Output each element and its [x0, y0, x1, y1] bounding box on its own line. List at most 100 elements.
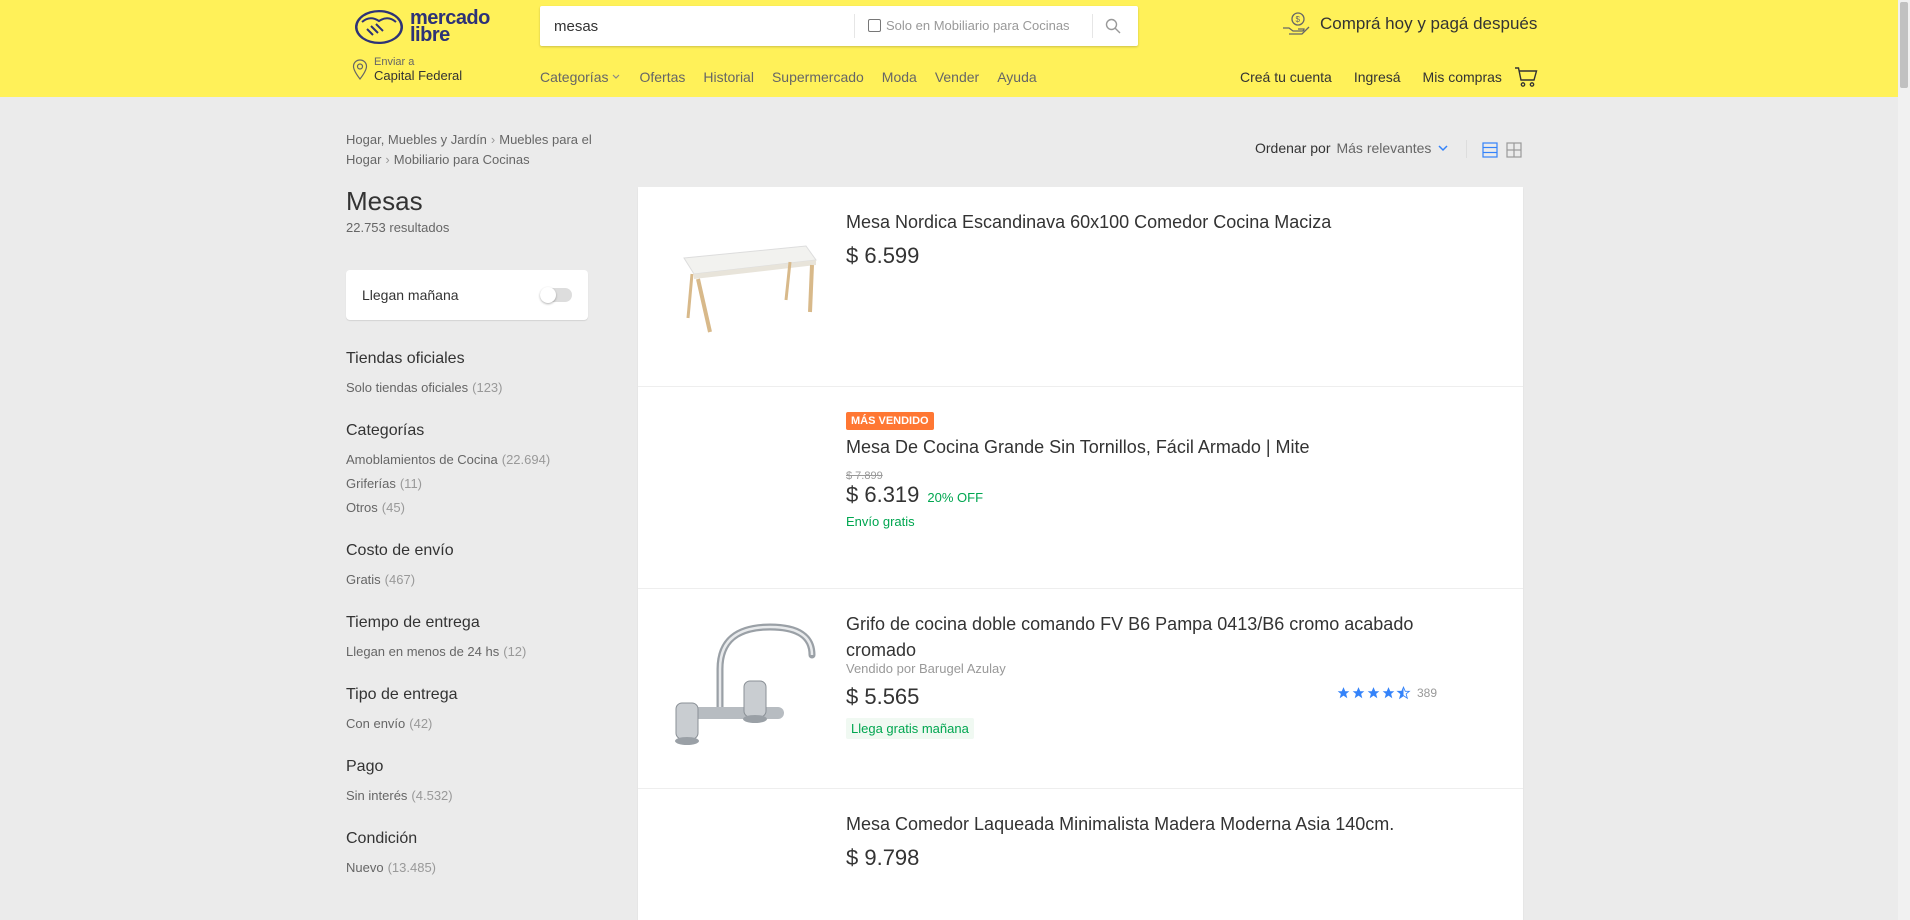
- buy-now-pay-later-promo[interactable]: $ Comprá hoy y pagá después: [1282, 12, 1537, 36]
- product-image[interactable]: [670, 619, 820, 759]
- chevron-down-icon: [1438, 145, 1448, 152]
- faucet-product-image: [675, 623, 816, 745]
- result-item[interactable]: Grifo de cocina doble comando FV B6 Pamp…: [638, 589, 1523, 789]
- product-image[interactable]: [670, 417, 820, 557]
- breadcrumb: Hogar, Muebles y Jardín › Muebles para el …: [346, 130, 626, 170]
- nav-item-label: Categorías: [540, 69, 609, 85]
- filter-option[interactable]: Sin interés (4.532): [346, 784, 606, 808]
- nav-item-ayuda[interactable]: Ayuda: [997, 69, 1036, 85]
- main-nav: Categorías Ofertas Historial Supermercad…: [540, 69, 1055, 85]
- create-account-link[interactable]: Creá tu cuenta: [1240, 69, 1332, 85]
- filter-title: Costo de envío: [346, 542, 454, 559]
- search-input[interactable]: [554, 6, 854, 46]
- item-price: $ 5.565: [846, 684, 920, 709]
- item-title[interactable]: Mesa Comedor Laqueada Minimalista Madera…: [846, 811, 1483, 837]
- item-seller[interactable]: Vendido por Barugel Azulay: [846, 661, 1483, 676]
- filter-group-shipping-cost: Costo de envío Gratis (467): [346, 542, 606, 592]
- promo-text: Comprá hoy y pagá después: [1320, 14, 1538, 33]
- product-image[interactable]: [670, 217, 820, 357]
- item-title[interactable]: Grifo de cocina doble comando FV B6 Pamp…: [846, 611, 1483, 663]
- sort-label: Ordenar por: [1255, 140, 1331, 156]
- breadcrumb-link[interactable]: Hogar, Muebles y Jardín: [346, 132, 487, 147]
- location-label: Enviar a: [374, 56, 415, 68]
- filters-sidebar: Tiendas oficiales Solo tiendas oficiales…: [346, 350, 606, 902]
- rating-stars: [1336, 686, 1411, 700]
- nav-item-moda[interactable]: Moda: [882, 69, 917, 85]
- cart-button[interactable]: [1514, 66, 1538, 93]
- arrive-tomorrow-toggle[interactable]: [540, 287, 572, 303]
- delivery-location[interactable]: Enviar a Capital Federal: [352, 56, 462, 83]
- chevron-right-icon: ›: [490, 132, 496, 147]
- filter-option-label: Nuevo: [346, 860, 384, 875]
- my-purchases-link[interactable]: Mis compras: [1423, 69, 1502, 85]
- handshake-logo-icon: [355, 10, 403, 44]
- filter-option[interactable]: Gratis (467): [346, 568, 606, 592]
- result-item[interactable]: Mesa Comedor Laqueada Minimalista Madera…: [638, 789, 1523, 920]
- list-view-button[interactable]: [1482, 142, 1498, 163]
- nav-item-historial[interactable]: Historial: [703, 69, 754, 85]
- filter-option-count: (4.532): [411, 788, 453, 803]
- filter-option-count: (11): [399, 476, 422, 491]
- filter-group-delivery-type: Tipo de entrega Con envío (42): [346, 686, 606, 736]
- sort-value: Más relevantes: [1336, 140, 1432, 156]
- filter-option[interactable]: Con envío (42): [346, 712, 606, 736]
- filter-option-count: (12): [503, 644, 527, 659]
- cart-icon: [1515, 67, 1538, 87]
- grid-view-button[interactable]: [1506, 142, 1522, 163]
- nav-item-categorias[interactable]: Categorías: [540, 69, 621, 85]
- half-star-icon: [1396, 686, 1411, 700]
- scrollbar[interactable]: [1898, 0, 1910, 920]
- svg-text:$: $: [1296, 15, 1301, 24]
- category-filter-checkbox[interactable]: Solo en Mobiliario para Cocinas: [868, 18, 1070, 33]
- product-image[interactable]: [670, 819, 820, 920]
- results-count: 22.753 resultados: [346, 220, 450, 235]
- result-item[interactable]: MÁS VENDIDO Mesa De Cocina Grande Sin To…: [638, 387, 1523, 589]
- filter-option-label: Gratis: [346, 572, 381, 587]
- nav-item-ofertas[interactable]: Ofertas: [639, 69, 685, 85]
- star-icon: [1367, 687, 1380, 699]
- breadcrumb-link[interactable]: Mobiliario para Cocinas: [394, 152, 530, 167]
- nav-item-vender[interactable]: Vender: [935, 69, 979, 85]
- scrollbar-thumb[interactable]: [1900, 2, 1908, 88]
- filter-option[interactable]: Nuevo (13.485): [346, 856, 606, 880]
- search-button[interactable]: [1092, 14, 1132, 38]
- item-price: $ 6.319: [846, 482, 920, 507]
- result-item[interactable]: Mesa Nordica Escandinava 60x100 Comedor …: [638, 187, 1523, 387]
- filter-option-label: Llegan en menos de 24 hs: [346, 644, 500, 659]
- filter-option-count: (13.485): [387, 860, 436, 875]
- filter-option-label: Solo tiendas oficiales: [346, 380, 469, 395]
- filter-option[interactable]: Otros (45): [346, 496, 606, 520]
- filter-group-delivery-time: Tiempo de entrega Llegan en menos de 24 …: [346, 614, 606, 664]
- mercadolibre-logo[interactable]: mercado libre: [354, 7, 494, 47]
- filter-title: Tiempo de entrega: [346, 614, 480, 631]
- filter-option[interactable]: Griferías (11): [346, 472, 606, 496]
- results-list: Mesa Nordica Escandinava 60x100 Comedor …: [638, 187, 1523, 920]
- checkbox-box[interactable]: [868, 19, 881, 32]
- filter-title: Tiendas oficiales: [346, 350, 465, 367]
- list-view-icon: [1482, 142, 1498, 158]
- sort-dropdown[interactable]: Ordenar por Más relevantes: [1255, 140, 1449, 156]
- nav-item-supermercado[interactable]: Supermercado: [772, 69, 864, 85]
- search-bar: Solo en Mobiliario para Cocinas: [540, 6, 1138, 46]
- filter-option[interactable]: Solo tiendas oficiales (123): [346, 376, 606, 400]
- item-price: $ 9.798: [846, 845, 920, 870]
- filter-option-count: (467): [384, 572, 416, 587]
- best-seller-badge: MÁS VENDIDO: [846, 412, 934, 430]
- item-title[interactable]: Mesa De Cocina Grande Sin Tornillos, Fác…: [846, 434, 1483, 460]
- login-link[interactable]: Ingresá: [1354, 69, 1401, 85]
- chevron-down-icon: [613, 74, 620, 79]
- filter-option[interactable]: Amoblamientos de Cocina (22.694): [346, 448, 606, 472]
- arrive-tomorrow-filter[interactable]: Llegan mañana: [346, 270, 588, 320]
- filter-option[interactable]: Llegan en menos de 24 hs (12): [346, 640, 606, 664]
- search-icon: [1105, 18, 1120, 34]
- view-divider: [1466, 140, 1467, 158]
- chevron-right-icon: ›: [385, 152, 390, 167]
- item-title[interactable]: Mesa Nordica Escandinava 60x100 Comedor …: [846, 209, 1483, 235]
- filter-group-categories: Categorías Amoblamientos de Cocina (22.69…: [346, 422, 606, 520]
- filter-group-payment: Pago Sin interés (4.532): [346, 758, 606, 808]
- filter-title: Tipo de entrega: [346, 686, 458, 703]
- item-old-price: $ 7.899: [846, 470, 883, 482]
- item-rating: 389: [1336, 686, 1437, 700]
- filter-option-count: (42): [409, 716, 433, 731]
- user-nav: Creá tu cuenta Ingresá Mis compras: [1240, 69, 1524, 85]
